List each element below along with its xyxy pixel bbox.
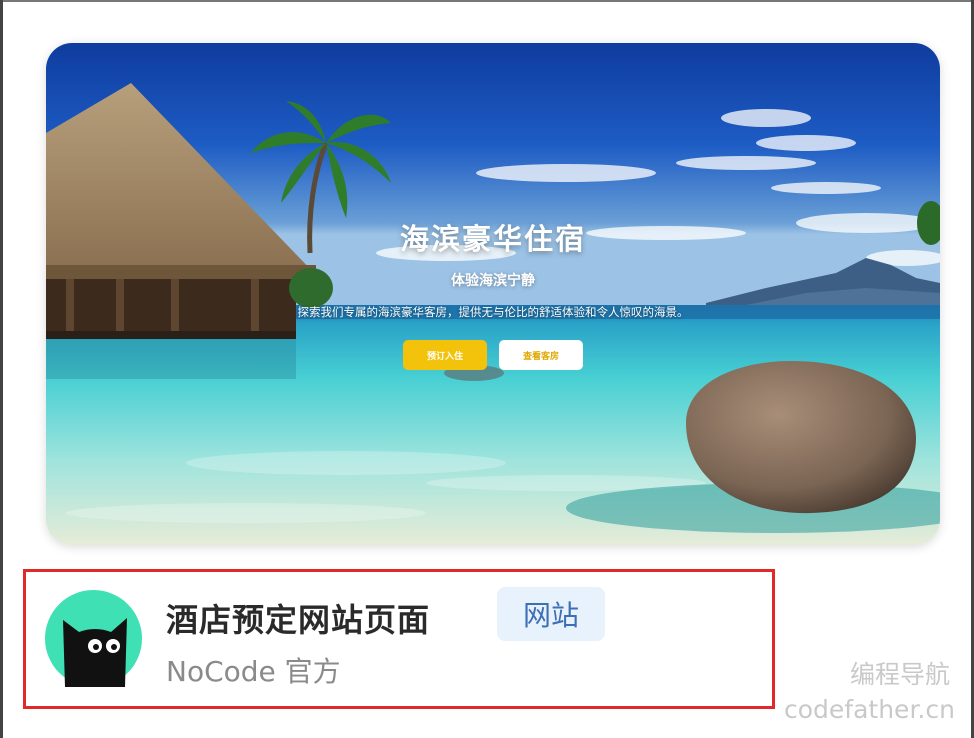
watermark-url: codefather.cn xyxy=(784,695,955,724)
hero-title: 海滨豪华住宿 xyxy=(399,222,586,256)
avatar[interactable] xyxy=(45,590,142,687)
hero-buttons: 预订入住 查看客房 xyxy=(403,340,583,370)
black-cat-icon xyxy=(45,590,142,687)
hero-preview-card[interactable]: 海滨豪华住宿 体验海滨宁静 探索我们专属的海滨豪华客房，提供无与伦比的舒适体验和… xyxy=(46,43,940,545)
view-rooms-button[interactable]: 查看客房 xyxy=(499,340,583,370)
hero-content: 海滨豪华住宿 体验海滨宁静 探索我们专属的海滨豪华客房，提供无与伦比的舒适体验和… xyxy=(46,43,940,545)
hero-description: 探索我们专属的海滨豪华客房，提供无与伦比的舒适体验和令人惊叹的海景。 xyxy=(297,305,689,319)
window-left-border xyxy=(0,0,3,738)
window-top-border xyxy=(0,0,974,2)
book-now-button[interactable]: 预订入住 xyxy=(403,340,487,370)
watermark-title: 编程导航 xyxy=(850,660,951,689)
hero-subtitle: 体验海滨宁静 xyxy=(451,273,535,289)
author-name[interactable]: NoCode 官方 xyxy=(166,650,341,690)
type-badge: 网站 xyxy=(497,587,605,641)
project-title[interactable]: 酒店预定网站页面 xyxy=(166,595,430,641)
